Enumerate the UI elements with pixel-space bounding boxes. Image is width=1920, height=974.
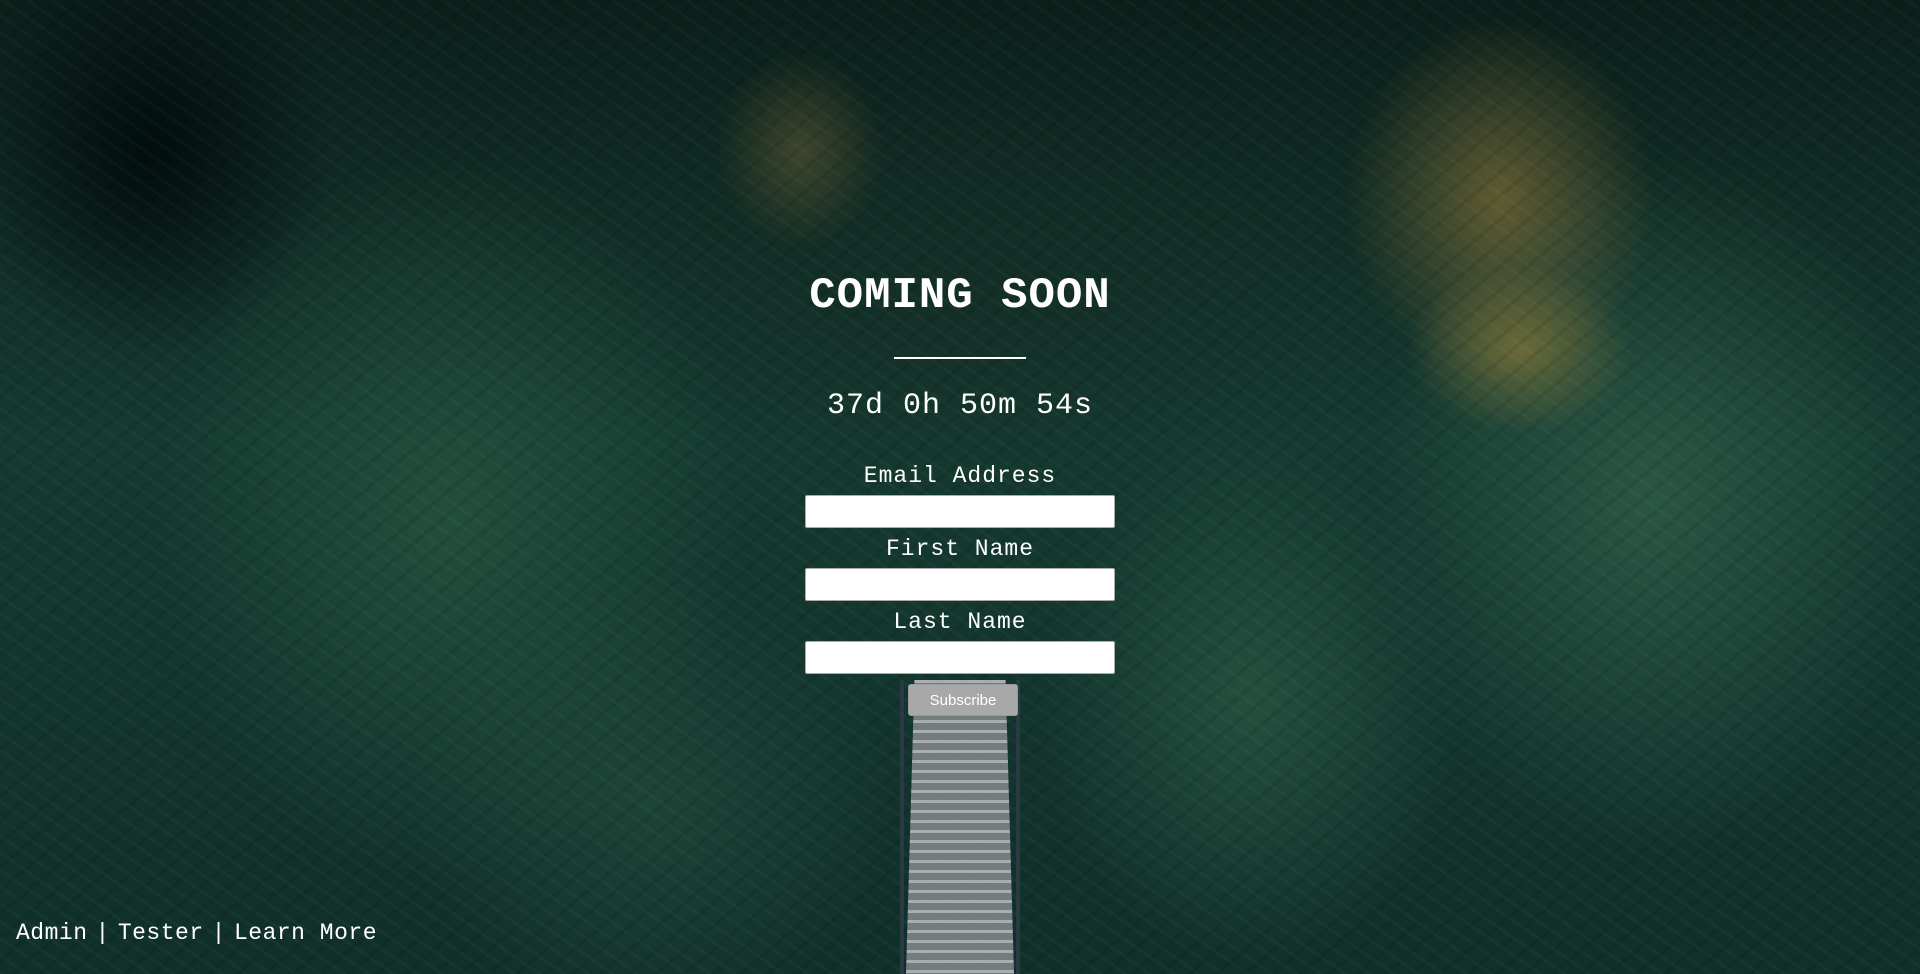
subscribe-button[interactable]: Subscribe bbox=[908, 684, 1018, 716]
email-label: Email Address bbox=[863, 463, 1057, 489]
bridge-image bbox=[906, 680, 1014, 974]
title-divider bbox=[894, 357, 1026, 359]
last-name-field[interactable] bbox=[805, 641, 1115, 674]
footer-separator: | bbox=[211, 920, 226, 946]
countdown-timer: 37d 0h 50m 54s bbox=[826, 389, 1094, 423]
last-name-label: Last Name bbox=[893, 609, 1027, 635]
footer-separator: | bbox=[95, 920, 110, 946]
page-title: COMING SOON bbox=[809, 271, 1111, 321]
bridge-rail-left bbox=[900, 680, 904, 974]
admin-link[interactable]: Admin bbox=[16, 920, 88, 946]
footer-links: Admin | Tester | Learn More bbox=[16, 918, 377, 948]
bridge-rail-right bbox=[1016, 680, 1020, 974]
learn-more-link[interactable]: Learn More bbox=[234, 920, 377, 946]
tester-link[interactable]: Tester bbox=[118, 920, 204, 946]
email-field[interactable] bbox=[805, 495, 1115, 528]
first-name-label: First Name bbox=[885, 536, 1035, 562]
first-name-field[interactable] bbox=[805, 568, 1115, 601]
subscribe-form: Email Address First Name Last Name Subsc… bbox=[805, 460, 1115, 716]
